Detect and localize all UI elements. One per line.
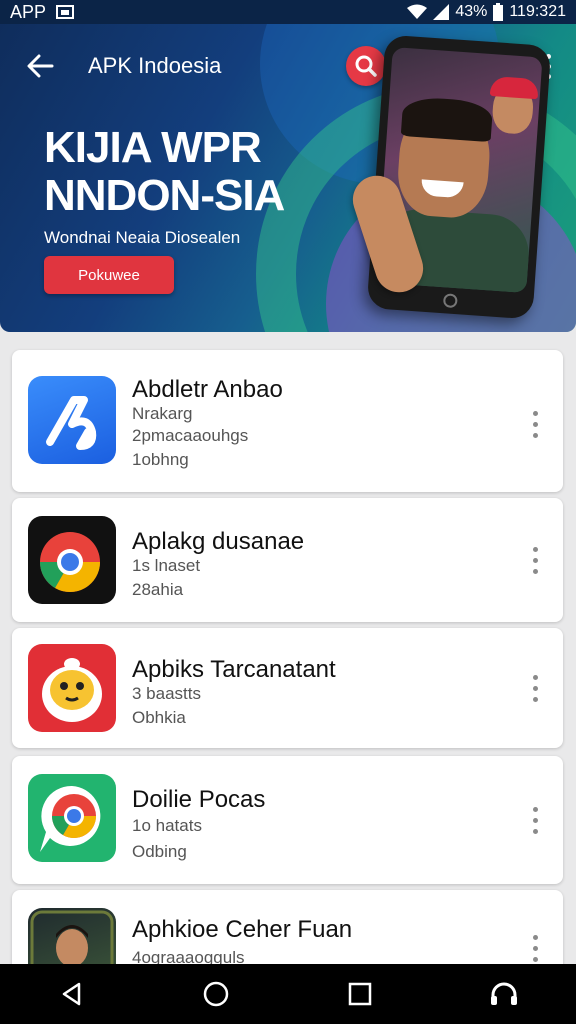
app-meta-line: 1o hatats	[132, 816, 202, 835]
nav-home-button[interactable]	[192, 970, 240, 1018]
app-meta-line: 28ahia	[132, 580, 184, 599]
chick-mascot-icon	[28, 644, 116, 732]
app-name: Aplakg dusanae	[132, 528, 305, 555]
music-note-icon	[28, 376, 116, 464]
triangle-back-icon	[62, 982, 81, 1006]
chrome-icon	[28, 516, 116, 604]
app-meta-line: Nrakarg	[132, 404, 193, 423]
app-list-item[interactable]: Aplakg dusanae 1s lnaset 28ahia	[12, 498, 563, 622]
app-name: Abdletr Anbao	[132, 376, 283, 403]
app-name: Doilie Pocas	[132, 786, 266, 813]
headphones-icon	[491, 982, 517, 1005]
app-meta-line: 1s lnaset	[132, 556, 201, 575]
item-overflow-menu[interactable]	[529, 540, 541, 580]
app-meta-line: 2pmacaaouhgs	[132, 426, 249, 445]
search-icon	[355, 55, 377, 77]
item-overflow-menu[interactable]	[529, 404, 541, 444]
app-meta-line: 3 baastts	[132, 684, 201, 703]
system-nav-bar	[0, 964, 576, 1024]
item-overflow-menu[interactable]	[529, 928, 541, 968]
item-overflow-menu[interactable]	[529, 668, 541, 708]
back-button[interactable]	[24, 50, 56, 82]
square-recents-icon	[348, 982, 372, 1006]
app-name: Aphkioe Ceher Fuan	[132, 916, 353, 943]
status-time: 119:321	[509, 3, 566, 20]
battery-icon	[493, 3, 504, 21]
battery-percent: 43%	[455, 3, 488, 20]
hero-headline-line2: NNDON-SIA	[44, 171, 285, 220]
hero-headline-line1: KIJIA WPR	[44, 123, 262, 172]
app-meta-line: Odbing	[132, 842, 187, 861]
hero-subtitle: Wondnai Neaia Diosealen	[44, 228, 241, 247]
status-bar: APP 43% 119:321	[0, 0, 576, 24]
hero-headline: KIJIA WPR NNDON-SIA	[44, 123, 285, 220]
app-list-item[interactable]: Apbiks Tarcanatant 3 baastts Obhkia	[12, 628, 563, 748]
app-meta-line: Obhkia	[132, 708, 186, 727]
page-title: APK Indoesia	[88, 53, 222, 78]
wifi-icon	[407, 4, 428, 20]
search-button[interactable]	[346, 46, 386, 86]
app-list-item[interactable]: Abdletr Anbao Nrakarg 2pmacaaouhgs 1obhn…	[12, 350, 563, 492]
circle-home-icon	[203, 981, 229, 1007]
nav-assistant-button[interactable]	[480, 970, 528, 1018]
chrome-bubble-icon	[28, 774, 116, 862]
screenshot-icon	[56, 5, 75, 19]
app-meta-line: 1obhng	[132, 450, 189, 469]
signal-icon	[433, 4, 450, 20]
nav-recents-button[interactable]	[336, 970, 384, 1018]
item-overflow-menu[interactable]	[529, 800, 541, 840]
nav-back-button[interactable]	[48, 970, 96, 1018]
hero-cta-button[interactable]: Pokuwee	[44, 256, 174, 294]
back-arrow-icon	[27, 54, 54, 78]
status-app-label: APP	[10, 1, 47, 22]
app-name: Apbiks Tarcanatant	[132, 656, 336, 683]
hero-banner: APK Indoesia KIJIA WPR NNDON-SIA Wondnai…	[0, 24, 576, 332]
app-list-item[interactable]: Doilie Pocas 1o hatats Odbing	[12, 756, 563, 884]
